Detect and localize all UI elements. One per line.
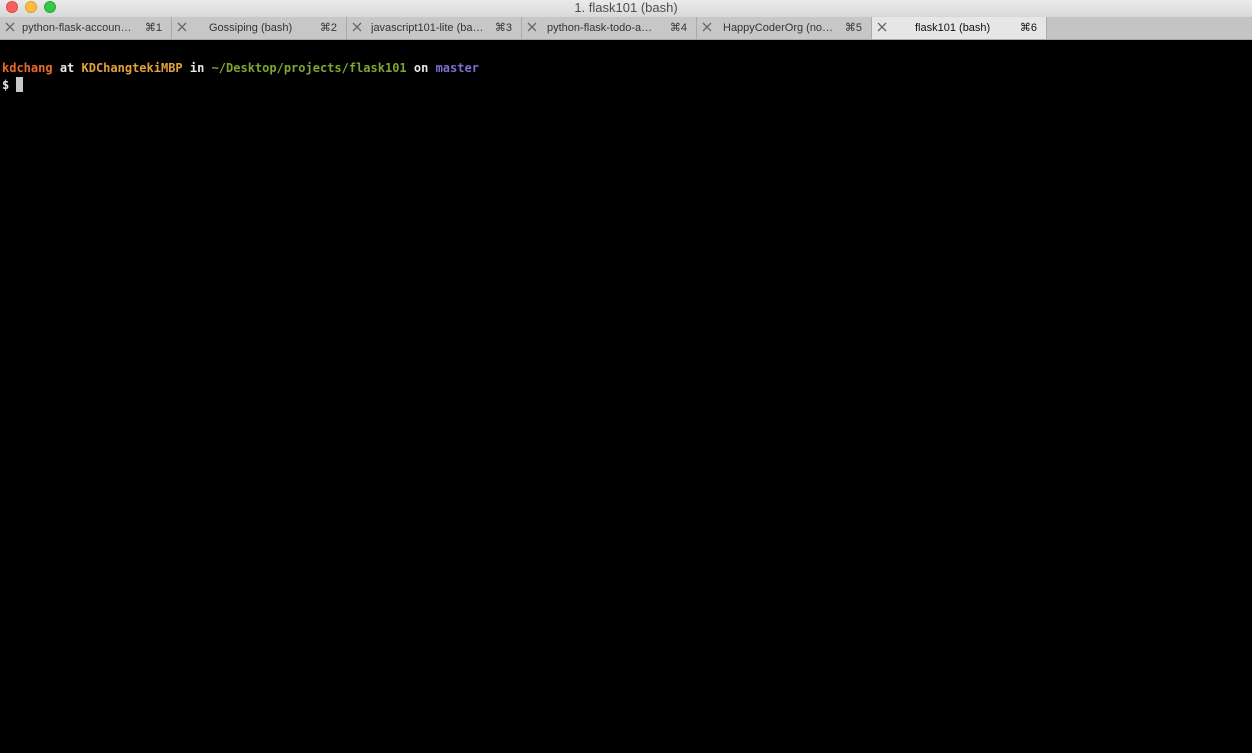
tab-1[interactable]: python-flask-accoun… ⌘1 xyxy=(0,17,172,39)
tab-label: python-flask-accoun… xyxy=(22,22,132,34)
close-tab-icon[interactable] xyxy=(4,21,16,33)
tab-bar: python-flask-accoun… ⌘1 Gossiping (bash)… xyxy=(0,17,1252,40)
terminal-output[interactable]: kdchang at KDChangtekiMBP in ~/Desktop/p… xyxy=(0,40,1252,753)
title-bar[interactable]: 1. flask101 (bash) xyxy=(0,0,1252,17)
prompt-user: kdchang xyxy=(2,61,53,75)
prompt-at: at xyxy=(59,61,75,75)
close-tab-icon[interactable] xyxy=(701,21,713,33)
terminal-window: 1. flask101 (bash) python-flask-accoun… … xyxy=(0,0,1252,753)
tab-6-active[interactable]: flask101 (bash) ⌘6 xyxy=(872,17,1047,39)
text-cursor xyxy=(16,77,24,92)
prompt-path: ~/Desktop/projects/flask101 xyxy=(211,61,407,75)
close-tab-icon[interactable] xyxy=(176,21,188,33)
tab-5[interactable]: HappyCoderOrg (no… ⌘5 xyxy=(697,17,872,39)
close-tab-icon[interactable] xyxy=(526,21,538,33)
tab-label: Gossiping (bash) xyxy=(209,22,293,34)
prompt-host: KDChangtekiMBP xyxy=(81,61,183,75)
prompt-on: on xyxy=(413,61,429,75)
close-tab-icon[interactable] xyxy=(876,21,888,33)
command-line[interactable]: $ xyxy=(2,77,24,93)
tab-shortcut: ⌘6 xyxy=(1019,22,1037,34)
tab-label: HappyCoderOrg (no… xyxy=(723,22,834,34)
tab-2[interactable]: Gossiping (bash) ⌘2 xyxy=(172,17,347,39)
tab-4[interactable]: python-flask-todo-a… ⌘4 xyxy=(522,17,697,39)
tab-shortcut: ⌘5 xyxy=(844,22,862,34)
tab-shortcut: ⌘1 xyxy=(144,22,162,34)
prompt-branch: master xyxy=(435,61,479,75)
tab-label: flask101 (bash) xyxy=(915,22,991,34)
tab-label: javascript101-lite (ba… xyxy=(371,22,484,34)
tab-shortcut: ⌘2 xyxy=(319,22,337,34)
tab-3[interactable]: javascript101-lite (ba… ⌘3 xyxy=(347,17,522,39)
prompt-line: kdchang at KDChangtekiMBP in ~/Desktop/p… xyxy=(2,60,479,76)
prompt-in: in xyxy=(189,61,205,75)
close-tab-icon[interactable] xyxy=(351,21,363,33)
prompt-symbol: $ xyxy=(2,78,10,92)
tab-shortcut: ⌘3 xyxy=(494,22,512,34)
tab-label: python-flask-todo-a… xyxy=(547,22,653,34)
window-title: 1. flask101 (bash) xyxy=(574,0,678,15)
tab-shortcut: ⌘4 xyxy=(669,22,687,34)
